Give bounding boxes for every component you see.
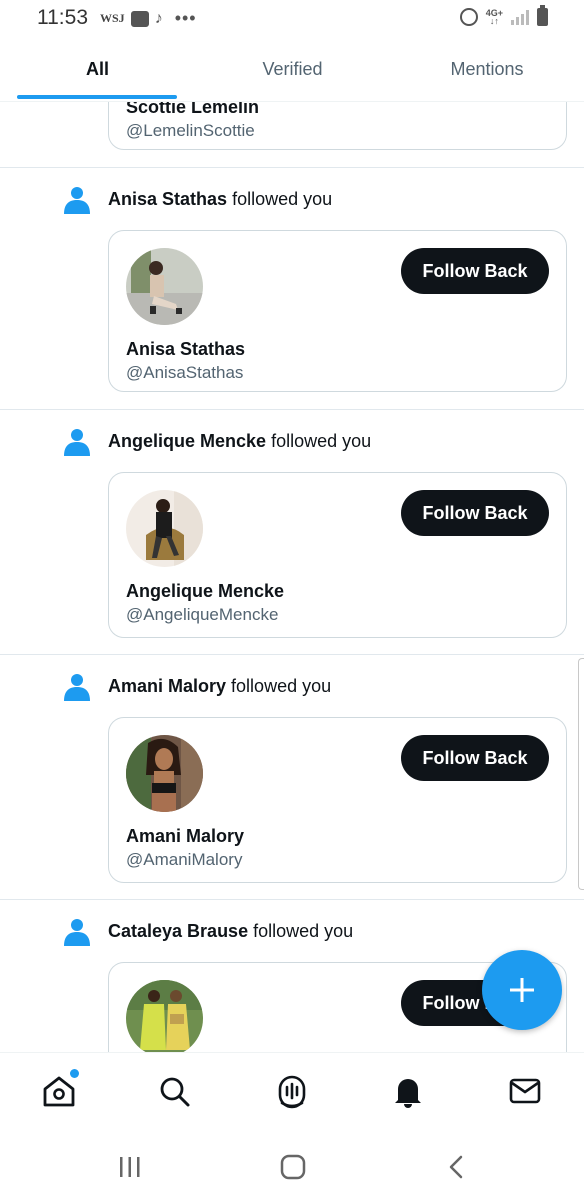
notification-text: Angelique Mencke followed you — [108, 431, 371, 452]
person-icon — [64, 187, 90, 214]
home-icon — [43, 1076, 75, 1107]
user-name: Anisa Stathas — [126, 339, 246, 359]
follower-name[interactable]: Amani Malory — [108, 676, 226, 696]
battery-icon — [537, 5, 548, 26]
tab-mentions[interactable]: Mentions — [390, 36, 584, 102]
follower-name[interactable]: Cataleya Brause — [108, 921, 248, 941]
notification-action: followed you — [271, 431, 372, 451]
network-label: 4G+ — [485, 8, 503, 18]
active-tab-indicator — [17, 95, 177, 99]
notification-text: Anisa Stathas followed you — [108, 189, 332, 210]
scroll-handle[interactable] — [578, 658, 584, 890]
user-name: Amani Malory — [126, 826, 245, 846]
user-card[interactable]: Amani Malory @AmaniMalory Follow Back — [108, 717, 567, 883]
nav-messages[interactable] — [507, 1073, 543, 1109]
follow-back-button[interactable]: Follow Back — [401, 735, 549, 781]
home-button-icon[interactable] — [278, 1152, 308, 1182]
notification-item[interactable]: Scottie Lemelin @LemelinScottie — [0, 102, 584, 168]
messages-icon — [509, 1078, 541, 1104]
bottom-navigation — [0, 1052, 584, 1132]
search-icon — [160, 1077, 190, 1107]
notification-text: Cataleya Brause followed you — [108, 921, 353, 942]
user-handle: @AngeliqueMencke — [126, 605, 279, 624]
plus-icon — [510, 978, 534, 1002]
nav-spaces[interactable] — [274, 1073, 310, 1109]
notification-item[interactable]: Amani Malory followed you Amani Malory @… — [0, 655, 584, 900]
user-handle: @AmaniMalory — [126, 850, 243, 869]
status-time: 11:53 — [37, 6, 88, 29]
tiktok-icon: ♪ — [154, 9, 163, 27]
recent-apps-icon[interactable] — [115, 1152, 145, 1182]
notification-action: followed you — [232, 189, 333, 209]
avatar[interactable] — [126, 248, 203, 325]
follow-back-button[interactable]: Follow Back — [401, 248, 549, 294]
compose-button[interactable] — [482, 950, 562, 1030]
network-type-icon: 4G+ ↓↑ — [485, 8, 503, 26]
avatar[interactable] — [126, 980, 203, 1052]
notification-tabs: All Verified Mentions — [0, 36, 584, 102]
tab-verified[interactable]: Verified — [195, 36, 390, 102]
status-right-icons: 4G+ ↓↑ — [459, 5, 548, 26]
user-card[interactable]: Scottie Lemelin @LemelinScottie — [108, 102, 567, 150]
user-handle: @LemelinScottie — [126, 121, 255, 140]
signal-icon — [511, 9, 529, 25]
status-bar: 11:53 WSJ ♪ ••• 4G+ ↓↑ — [0, 0, 584, 36]
person-icon — [64, 429, 90, 456]
tab-all[interactable]: All — [0, 36, 195, 102]
avatar[interactable] — [126, 735, 203, 812]
system-navigation — [0, 1132, 584, 1200]
user-card[interactable]: Angelique Mencke @AngeliqueMencke Follow… — [108, 472, 567, 638]
user-name: Scottie Lemelin — [126, 102, 260, 117]
nav-home[interactable] — [41, 1069, 79, 1109]
follow-back-button[interactable]: Follow Back — [401, 490, 549, 536]
follower-name[interactable]: Anisa Stathas — [108, 189, 227, 209]
notification-action: followed you — [253, 921, 354, 941]
unread-dot — [70, 1069, 79, 1078]
notification-action: followed you — [231, 676, 332, 696]
nav-search[interactable] — [156, 1073, 192, 1109]
user-handle: @AnisaStathas — [126, 363, 244, 382]
wsj-icon: WSJ — [100, 11, 125, 25]
more-notifications-icon: ••• — [174, 8, 197, 28]
notification-item[interactable]: Anisa Stathas followed you Anisa Stathas… — [0, 168, 584, 410]
person-icon — [64, 919, 90, 946]
notification-item[interactable]: Angelique Mencke followed you Angelique … — [0, 410, 584, 655]
user-name: Angelique Mencke — [126, 581, 285, 601]
notifications-icon — [395, 1079, 421, 1108]
alarm-icon — [459, 8, 478, 26]
person-icon — [64, 674, 90, 701]
status-left-icons: WSJ ♪ ••• — [100, 8, 197, 29]
back-icon[interactable] — [442, 1152, 472, 1182]
notification-text: Amani Malory followed you — [108, 676, 331, 697]
user-card[interactable]: Anisa Stathas @AnisaStathas Follow Back — [108, 230, 567, 392]
notifications-feed[interactable]: Scottie Lemelin @LemelinScottie Anisa St… — [0, 102, 584, 1052]
follower-name[interactable]: Angelique Mencke — [108, 431, 266, 451]
nav-notifications[interactable] — [390, 1073, 426, 1109]
spaces-icon — [278, 1075, 306, 1109]
voicemail-icon — [130, 10, 149, 27]
avatar[interactable] — [126, 490, 203, 567]
